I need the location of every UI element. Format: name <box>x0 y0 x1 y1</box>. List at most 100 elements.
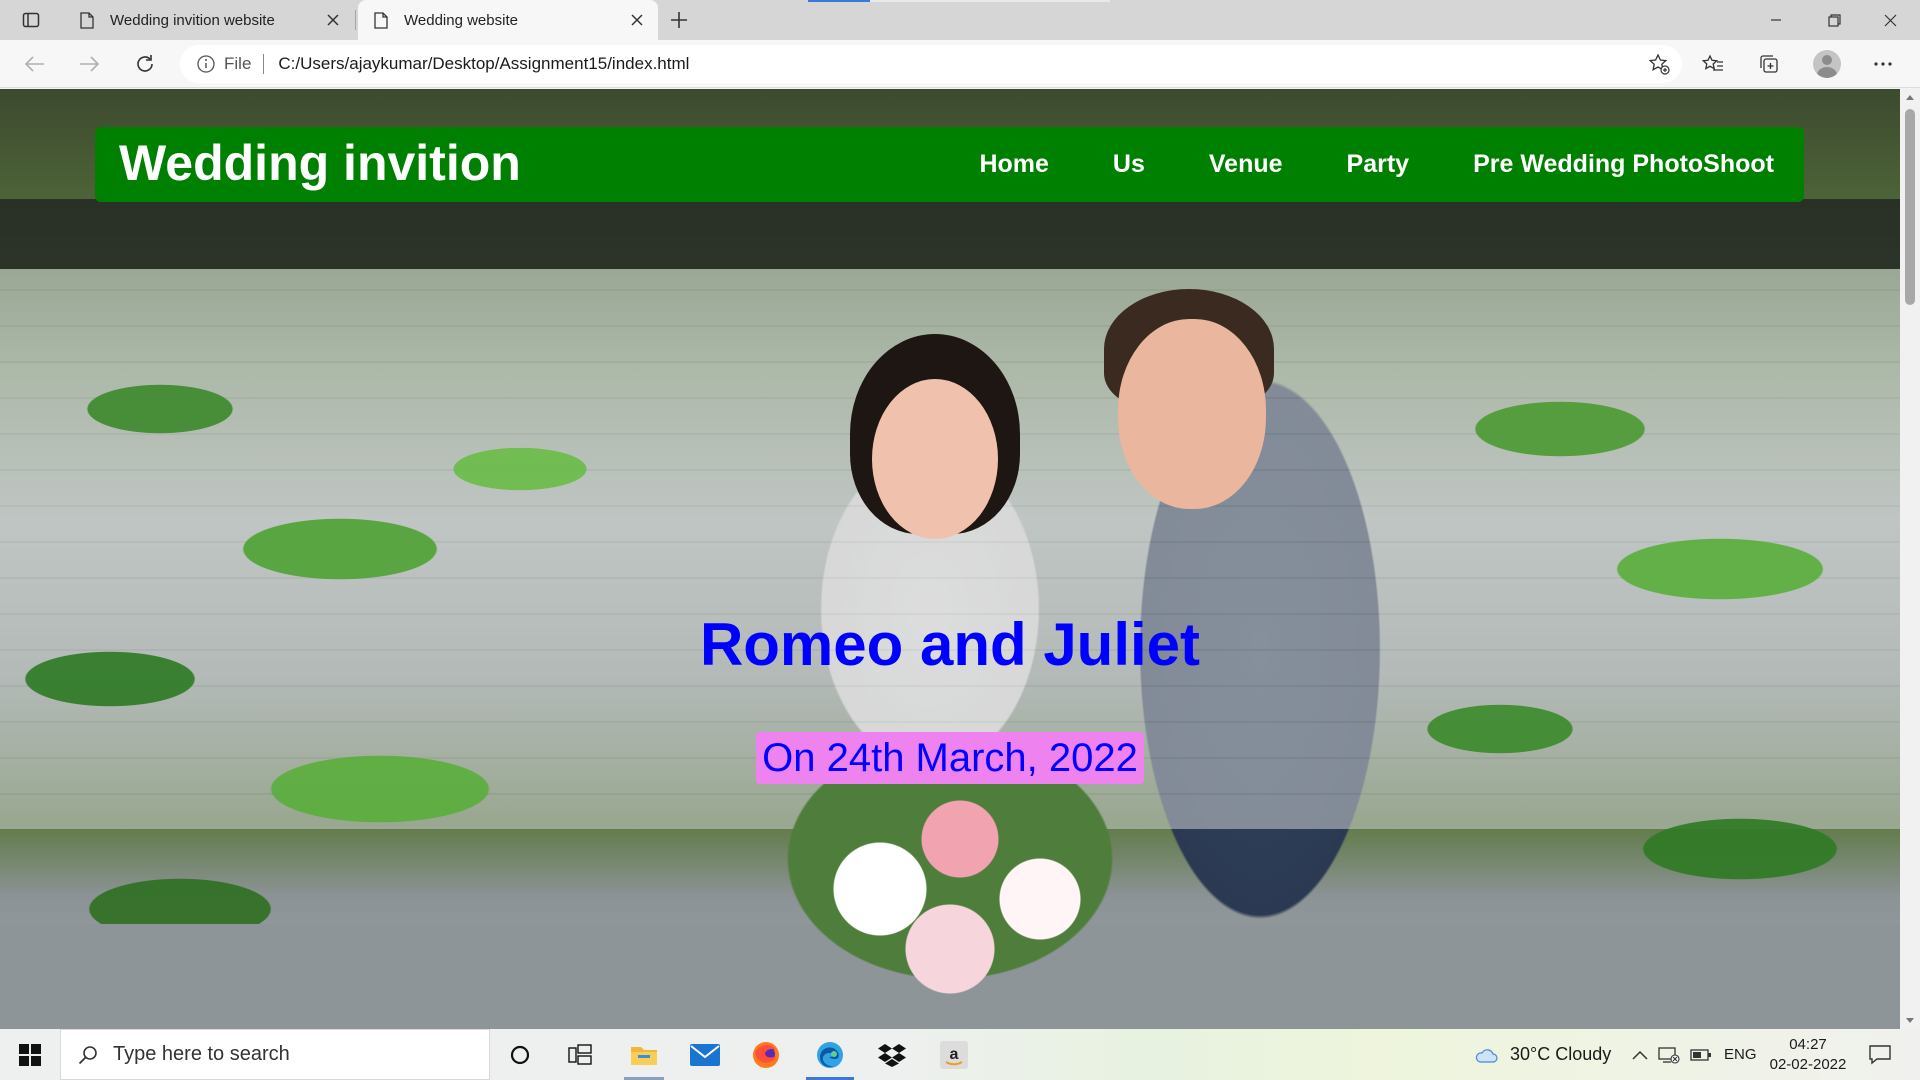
plus-icon <box>671 12 687 28</box>
page-icon <box>78 11 96 29</box>
nav-link-pre-wedding-photoshoot[interactable]: Pre Wedding PhotoShoot <box>1473 149 1774 179</box>
start-button[interactable] <box>0 1029 60 1080</box>
svg-text:a: a <box>950 1046 959 1063</box>
info-icon[interactable] <box>196 54 216 74</box>
scroll-thumb[interactable] <box>1905 109 1915 305</box>
edge-icon <box>817 1041 843 1068</box>
tab-actions-icon[interactable] <box>14 8 48 32</box>
tab-wedding-invition-website[interactable]: Wedding invition website <box>64 0 356 40</box>
back-arrow-icon <box>25 56 44 72</box>
minimize-button[interactable] <box>1748 0 1804 40</box>
show-hidden-icons-button[interactable] <box>1632 1029 1648 1080</box>
address-divider <box>263 54 265 74</box>
amazon-button[interactable]: a <box>924 1029 984 1080</box>
mail-icon <box>690 1043 720 1066</box>
taskbar-search[interactable]: Type here to search <box>60 1029 490 1080</box>
avatar <box>1813 50 1841 78</box>
weather-text: 30°C Cloudy <box>1510 1044 1612 1064</box>
task-view-button[interactable] <box>550 1029 610 1080</box>
favorites-icon <box>1702 54 1723 71</box>
page-icon <box>372 11 390 29</box>
cortana-button[interactable] <box>490 1029 550 1080</box>
site-title: Wedding invition <box>119 135 521 191</box>
mail-button[interactable] <box>675 1029 735 1080</box>
taskbar-clock[interactable]: 04:27 02-02-2022 <box>1764 1035 1852 1075</box>
clock-time: 04:27 <box>1789 1036 1827 1053</box>
url-text[interactable]: C:/Users/ajaykumar/Desktop/Assignment15/… <box>278 54 689 74</box>
close-window-button[interactable] <box>1862 0 1918 40</box>
more-icon <box>1874 62 1892 66</box>
profile-button[interactable] <box>1810 48 1844 80</box>
nav-link-home[interactable]: Home <box>979 149 1048 179</box>
search-placeholder: Type here to search <box>113 1043 290 1065</box>
language-text: ENG <box>1724 1046 1757 1063</box>
language-indicator[interactable]: ENG <box>1724 1029 1757 1080</box>
browser-tab-strip: Wedding invition website Wedding website <box>0 0 1920 40</box>
couple-names-heading: Romeo and Juliet <box>699 611 1201 678</box>
folder-icon <box>631 1046 657 1065</box>
notification-icon <box>1869 1045 1891 1065</box>
amazon-icon: a <box>940 1040 968 1069</box>
forward-arrow-icon <box>80 56 99 72</box>
background-beam <box>0 199 1900 269</box>
scroll-down-icon[interactable] <box>1900 1013 1920 1029</box>
collections-button[interactable] <box>1752 48 1786 80</box>
new-tab-button[interactable] <box>664 7 694 33</box>
tab-drag-indicator <box>870 0 1110 2</box>
tab-title: Wedding website <box>404 11 518 29</box>
close-tab-icon[interactable] <box>628 11 646 29</box>
background-planter <box>0 924 1900 1029</box>
wedding-date: On 24th March, 2022 <box>756 732 1144 784</box>
restore-icon <box>1827 13 1841 27</box>
cortana-icon <box>510 1045 530 1064</box>
refresh-button[interactable] <box>128 48 162 80</box>
windows-taskbar: Type here to search a 30°C Cloudy ENG 04… <box>0 1029 1920 1080</box>
close-tab-icon[interactable] <box>324 11 342 29</box>
firefox-icon <box>753 1041 779 1068</box>
collections-icon <box>1760 55 1778 73</box>
firefox-button[interactable] <box>736 1029 796 1080</box>
site-header: Wedding invition Home Us Venue Party Pre… <box>95 127 1804 202</box>
bride-face <box>872 379 998 539</box>
file-explorer-button[interactable] <box>614 1029 674 1080</box>
page-scrollbar[interactable] <box>1900 89 1920 1029</box>
refresh-icon <box>137 55 153 72</box>
url-scheme-label: File <box>224 54 252 73</box>
favorites-button[interactable] <box>1696 48 1730 80</box>
battery-tray-button[interactable] <box>1690 1029 1712 1080</box>
back-button[interactable] <box>18 48 52 80</box>
dropbox-icon <box>878 1043 906 1067</box>
restore-button[interactable] <box>1806 0 1862 40</box>
settings-more-button[interactable] <box>1866 48 1900 80</box>
windows-logo-icon <box>19 1043 41 1066</box>
clock-date: 02-02-2022 <box>1769 1056 1847 1073</box>
groom-figure <box>1104 289 1274 409</box>
forward-button[interactable] <box>72 48 106 80</box>
wedding-date-wrap: On 24th March, 2022 <box>0 732 1900 784</box>
tab-title: Wedding invition website <box>110 11 275 29</box>
close-icon <box>1884 14 1896 26</box>
minimize-icon <box>1771 19 1781 21</box>
add-favorite-icon[interactable] <box>1648 53 1670 75</box>
notifications-button[interactable] <box>1866 1041 1894 1069</box>
scroll-up-icon[interactable] <box>1900 89 1920 105</box>
site-nav: Home Us Venue Party Pre Wedding PhotoSho… <box>915 149 1774 179</box>
dropbox-button[interactable] <box>862 1029 922 1080</box>
browser-toolbar: File C:/Users/ajaykumar/Desktop/Assignme… <box>0 40 1920 88</box>
groom-face <box>1118 319 1266 509</box>
cloud-icon <box>1475 1048 1498 1063</box>
tab-wedding-website[interactable]: Wedding website <box>358 0 658 40</box>
chevron-up-icon <box>1632 1050 1648 1060</box>
nav-link-party[interactable]: Party <box>1347 149 1410 179</box>
nav-link-venue[interactable]: Venue <box>1209 149 1283 179</box>
edge-button[interactable] <box>800 1029 860 1080</box>
battery-icon <box>1690 1048 1711 1061</box>
task-view-icon <box>568 1043 592 1065</box>
address-bar[interactable]: File C:/Users/ajaykumar/Desktop/Assignme… <box>180 45 1682 83</box>
network-icon <box>1658 1046 1680 1064</box>
nav-link-us[interactable]: Us <box>1113 149 1145 179</box>
weather-widget[interactable]: 30°C Cloudy <box>1474 1029 1611 1080</box>
search-icon <box>77 1044 99 1066</box>
page-viewport: Wedding invition Home Us Venue Party Pre… <box>0 89 1900 1029</box>
network-tray-button[interactable] <box>1658 1029 1680 1080</box>
